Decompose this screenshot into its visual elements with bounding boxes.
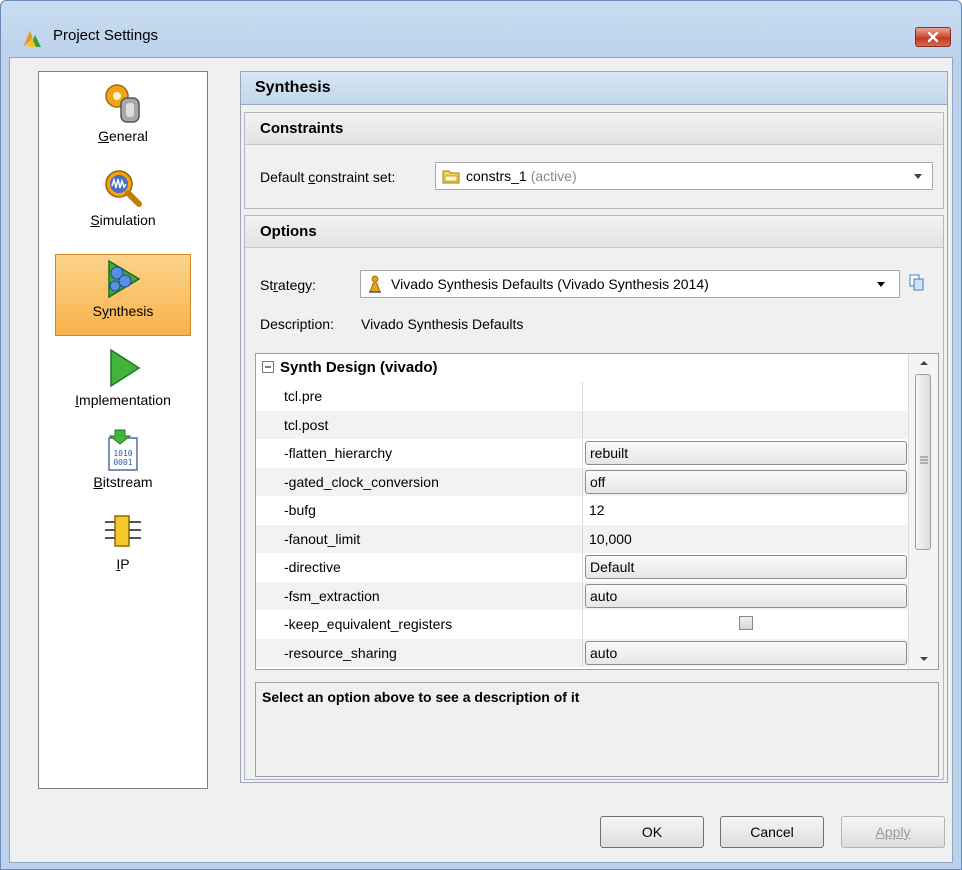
option-value[interactable]: 12 bbox=[589, 502, 605, 518]
constraint-set-status: (active) bbox=[530, 168, 577, 184]
option-key: -fanout_limit bbox=[284, 530, 361, 547]
option-key: tcl.post bbox=[284, 416, 329, 433]
scroll-up-icon[interactable] bbox=[919, 360, 929, 366]
nav-item-label: IP bbox=[116, 556, 130, 572]
constraints-group: Constraints Default constraint set: cons… bbox=[244, 112, 944, 209]
option-key: -keep_equivalent_registers bbox=[284, 616, 453, 632]
scrollbar-thumb[interactable] bbox=[915, 374, 931, 550]
nav-item-bitstream[interactable]: 1010 0001 Bitstream bbox=[55, 426, 191, 508]
settings-nav: General Simulation Synthesis Implementat… bbox=[38, 71, 208, 789]
option-dropdown[interactable]: Default bbox=[585, 555, 907, 579]
close-button[interactable] bbox=[915, 27, 951, 47]
option-key: -fsm_extraction bbox=[284, 587, 380, 604]
option-value-cell[interactable] bbox=[582, 410, 908, 439]
nav-item-label: Bitstream bbox=[93, 474, 153, 490]
chevron-down-icon bbox=[914, 174, 922, 179]
option-key: -directive bbox=[284, 559, 341, 575]
strategy-value: Vivado Synthesis Defaults (Vivado Synthe… bbox=[391, 276, 709, 292]
constraint-set-value: constrs_1 bbox=[466, 168, 527, 184]
synth-options-table: Synth Design (vivado) tcl.pre tcl.post -fl… bbox=[255, 353, 939, 670]
synthesis-panel: Synthesis Constraints Default constraint… bbox=[240, 71, 948, 783]
option-value-cell[interactable]: 12 bbox=[582, 496, 908, 524]
nav-item-label: Synthesis bbox=[92, 303, 154, 319]
option-dropdown[interactable]: auto bbox=[585, 640, 907, 665]
apply-button[interactable]: Apply bbox=[841, 816, 945, 848]
option-value-cell[interactable]: auto bbox=[582, 638, 908, 667]
option-value-cell[interactable]: 10,000 bbox=[582, 524, 908, 553]
chevron-down-icon bbox=[877, 282, 885, 287]
copy-strategy-icon[interactable] bbox=[909, 274, 925, 292]
table-row[interactable]: -gated_clock_conversion off bbox=[256, 467, 908, 496]
panel-title: Synthesis bbox=[241, 72, 947, 105]
option-value-cell[interactable] bbox=[582, 610, 908, 638]
options-header: Options bbox=[245, 216, 943, 248]
table-row[interactable]: -directive Default bbox=[256, 553, 908, 581]
description-value: Vivado Synthesis Defaults bbox=[361, 316, 524, 332]
table-row[interactable]: -keep_equivalent_registers bbox=[256, 610, 908, 638]
dialog-body: General Simulation Synthesis Implementat… bbox=[9, 57, 953, 863]
option-dropdown[interactable]: auto bbox=[585, 583, 907, 608]
ip-icon bbox=[105, 515, 141, 547]
nav-item-general[interactable]: General bbox=[55, 80, 191, 162]
option-checkbox[interactable] bbox=[739, 616, 753, 630]
option-dropdown[interactable]: off bbox=[585, 469, 907, 494]
nav-item-simulation[interactable]: Simulation bbox=[55, 164, 191, 246]
description-label: Description: bbox=[260, 316, 334, 332]
svg-text:0001: 0001 bbox=[113, 458, 132, 467]
nav-item-label: Simulation bbox=[90, 212, 156, 228]
svg-text:1010: 1010 bbox=[113, 449, 132, 458]
strategy-label: Strategy: bbox=[260, 277, 317, 293]
nav-item-implementation[interactable]: Implementation bbox=[55, 344, 191, 426]
cancel-button[interactable]: Cancel bbox=[720, 816, 824, 848]
constraint-set-select[interactable]: constrs_1 (active) bbox=[435, 162, 933, 190]
title-bar: Project Settings bbox=[1, 1, 961, 57]
strategy-person-icon bbox=[369, 275, 381, 293]
option-key: -flatten_hierarchy bbox=[284, 445, 393, 461]
nav-item-label: General bbox=[98, 128, 148, 144]
table-row[interactable]: tcl.pre bbox=[256, 382, 908, 410]
folder-icon bbox=[442, 170, 460, 184]
close-icon bbox=[927, 31, 939, 43]
project-settings-window: Project Settings General Simulation Synt… bbox=[0, 0, 962, 870]
option-dropdown[interactable]: rebuilt bbox=[585, 441, 907, 465]
option-description-box: Select an option above to see a descript… bbox=[255, 682, 939, 777]
general-icon bbox=[105, 84, 140, 123]
option-key: -bufg bbox=[284, 502, 316, 518]
ok-button[interactable]: OK bbox=[600, 816, 704, 848]
option-value-cell[interactable]: rebuilt bbox=[582, 439, 908, 467]
option-key: tcl.pre bbox=[284, 388, 323, 404]
table-scrollbar[interactable] bbox=[908, 354, 938, 669]
scroll-down-icon[interactable] bbox=[919, 656, 929, 662]
table-row[interactable]: -resource_sharing auto bbox=[256, 638, 908, 667]
apply-label: Apply bbox=[875, 824, 911, 840]
option-value[interactable]: 10,000 bbox=[589, 531, 632, 547]
nav-item-label: Implementation bbox=[75, 392, 171, 408]
nav-item-ip[interactable]: IP bbox=[55, 508, 191, 590]
simulation-icon bbox=[105, 170, 142, 207]
option-key: -resource_sharing bbox=[284, 644, 397, 661]
collapse-icon[interactable] bbox=[262, 361, 274, 373]
table-group-row[interactable]: Synth Design (vivado) bbox=[256, 354, 908, 380]
vivado-logo-icon bbox=[23, 31, 41, 47]
table-row[interactable]: -fanout_limit 10,000 bbox=[256, 524, 908, 553]
option-value-cell[interactable]: Default bbox=[582, 553, 908, 581]
window-title: Project Settings bbox=[53, 27, 159, 44]
option-value-cell[interactable] bbox=[582, 382, 908, 410]
grip-icon bbox=[920, 456, 928, 464]
table-row[interactable]: tcl.post bbox=[256, 410, 908, 439]
table-row[interactable]: -fsm_extraction auto bbox=[256, 581, 908, 610]
constraints-header: Constraints bbox=[245, 113, 943, 145]
table-row[interactable]: -flatten_hierarchy rebuilt bbox=[256, 439, 908, 467]
option-key: -gated_clock_conversion bbox=[284, 473, 439, 490]
table-group-title: Synth Design (vivado) bbox=[280, 359, 438, 376]
implementation-icon bbox=[110, 348, 141, 388]
option-value-cell[interactable]: off bbox=[582, 467, 908, 496]
bitstream-icon: 1010 0001 bbox=[108, 429, 138, 471]
synthesis-icon bbox=[108, 259, 141, 299]
nav-item-synthesis[interactable]: Synthesis bbox=[55, 254, 191, 336]
table-row[interactable]: -bufg 12 bbox=[256, 496, 908, 524]
option-value-cell[interactable]: auto bbox=[582, 581, 908, 610]
strategy-select[interactable]: Vivado Synthesis Defaults (Vivado Synthe… bbox=[360, 270, 900, 298]
default-constraint-label: Default constraint set: bbox=[260, 169, 396, 185]
